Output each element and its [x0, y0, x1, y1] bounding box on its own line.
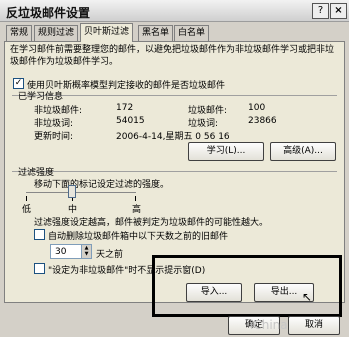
slider-tick-high: [135, 196, 136, 201]
learn-button[interactable]: 学习(L)...: [188, 142, 264, 161]
slider-label-mid: 中: [68, 205, 78, 215]
tab-rule-filter[interactable]: 规则过滤: [34, 25, 79, 41]
window-title: 反垃圾邮件设置: [6, 6, 91, 20]
auto-delete-label: 自动删除垃圾邮件箱中以下天数之前的旧邮件: [48, 232, 229, 242]
watermark-logo: iChina: [250, 318, 288, 332]
filter-strength-slider-thumb[interactable]: [68, 185, 76, 198]
tab-whitelist[interactable]: 白名单: [174, 25, 210, 41]
non-spam-words-label: 非垃圾词:: [34, 119, 74, 129]
days-spinner[interactable]: 30 ▲ ▼: [50, 244, 92, 259]
updated-time-value: 2006-4-14,星期五 0 56 16: [116, 132, 230, 142]
slider-label-low: 低: [22, 205, 32, 215]
filter-strength-instruction: 移动下面的标记设定过滤的强度。: [34, 180, 170, 190]
spinner-arrows-icon[interactable]: ▲ ▼: [81, 245, 91, 258]
close-button[interactable]: ×: [330, 3, 347, 19]
learned-info-heading: 已学习信息: [18, 92, 64, 102]
days-value: 30: [55, 247, 67, 257]
filter-strength-slider-track: [26, 192, 136, 193]
title-bar: 反垃圾邮件设置 ? ×: [0, 0, 349, 22]
tab-general[interactable]: 常规: [6, 25, 33, 41]
spam-mail-value: 100: [248, 103, 266, 113]
checkmark-icon: ✓: [14, 78, 23, 88]
spam-words-value: 23866: [248, 116, 277, 126]
days-suffix: 天之前: [96, 250, 124, 260]
use-bayes-checkbox[interactable]: ✓: [13, 78, 24, 89]
help-button[interactable]: ?: [312, 3, 329, 19]
spam-mail-label: 垃圾邮件:: [188, 106, 228, 116]
intro-text: 在学习邮件前需要整理您的邮件，以避免把垃圾邮件作为非垃圾邮件学习或把非垃圾邮件作…: [10, 45, 335, 67]
non-spam-words-value: 54015: [116, 116, 145, 126]
cancel-button[interactable]: 取消: [288, 316, 340, 335]
non-spam-mail-label: 非垃圾邮件:: [34, 106, 83, 116]
auto-delete-checkbox[interactable]: [34, 229, 45, 240]
slider-label-high: 高: [132, 205, 142, 215]
non-spam-mail-value: 172: [116, 103, 134, 113]
tab-blacklist[interactable]: 黑名单: [138, 25, 174, 41]
updated-time-label: 更新时间:: [34, 132, 74, 142]
filter-strength-divider: [12, 171, 337, 172]
tab-bayes-filter[interactable]: 贝叶斯过滤: [80, 23, 134, 42]
set-non-spam-checkbox[interactable]: [34, 263, 45, 274]
filter-strength-description: 过滤强度设定越高，邮件被判定为垃圾邮件的可能性越大。: [34, 218, 269, 228]
slider-tick-low: [26, 196, 27, 201]
mouse-cursor-icon: ↖: [302, 290, 313, 304]
highlight-frame: [152, 255, 342, 317]
advanced-button[interactable]: 高级(A)...: [270, 142, 336, 161]
spam-words-label: 垃圾词:: [188, 119, 219, 129]
